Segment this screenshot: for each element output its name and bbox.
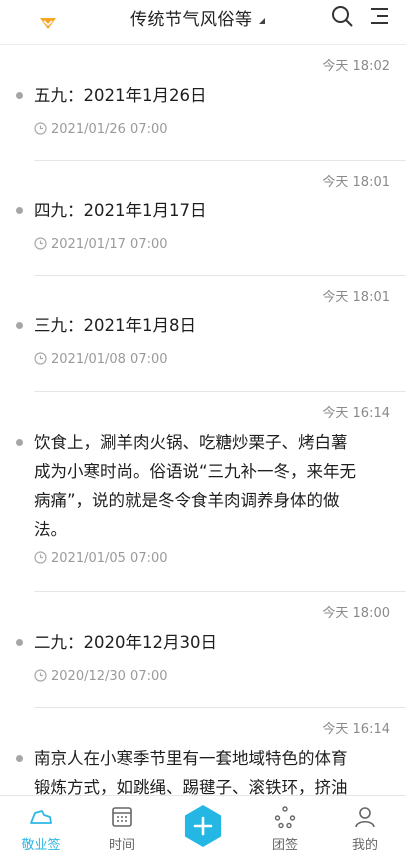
- list-item[interactable]: 今天 16:14 饮食上，涮羊肉火锅、吃糖炒栗子、烤白薯 成为小寒时尚。俗语说“…: [0, 392, 406, 592]
- created-time: 今天 16:14: [322, 406, 390, 421]
- created-time: 今天 18:01: [322, 175, 390, 190]
- bullet-icon: [16, 755, 23, 762]
- bullet-icon: [16, 92, 23, 99]
- menu-icon[interactable]: [368, 4, 392, 28]
- notes-list[interactable]: 今天 18:02 五九：2021年1月26日 2021/01/26 07:00 …: [0, 45, 406, 795]
- search-icon[interactable]: [330, 4, 354, 28]
- note-text: 南京人在小寒季节里有一套地域特色的体育 锻炼方式，如跳绳、踢毽子、滚铁环，挤油: [34, 744, 390, 795]
- reminder-row: 2021/01/26 07:00: [34, 122, 168, 137]
- tab-label: 敬业签: [21, 838, 61, 853]
- list-item[interactable]: 今天 18:01 三九：2021年1月8日 2021/01/08 07:00: [0, 276, 406, 392]
- note-text: 四九：2021年1月17日: [34, 201, 207, 220]
- calendar-icon: [112, 807, 132, 827]
- page-title[interactable]: 传统节气风俗等: [130, 5, 253, 30]
- clock-icon: [34, 352, 47, 365]
- list-item[interactable]: 今天 18:02 五九：2021年1月26日 2021/01/26 07:00: [0, 45, 406, 161]
- title-dropdown-icon[interactable]: [259, 18, 265, 24]
- tab-label: 时间: [108, 838, 135, 853]
- group-icon: [274, 806, 296, 829]
- created-time: 今天 18:00: [322, 606, 390, 621]
- note-line: 病痛”，说的就是冬令食羊肉调养身体的做: [34, 491, 340, 510]
- reminder-row: 2021/01/08 07:00: [34, 352, 168, 367]
- tab-label: 我的: [351, 838, 378, 853]
- reminder-row: 2021/01/17 07:00: [34, 237, 168, 252]
- tab-notes[interactable]: 敬业签: [6, 796, 76, 859]
- reminder-time: 2021/01/08 07:00: [51, 352, 168, 367]
- tab-team[interactable]: 团签: [250, 796, 320, 859]
- tab-time[interactable]: 时间: [87, 796, 157, 859]
- note-text: 饮食上，涮羊肉火锅、吃糖炒栗子、烤白薯 成为小寒时尚。俗语说“三九补一冬，来年无…: [34, 428, 390, 544]
- note-line: 锻炼方式，如跳绳、踢毽子、滚铁环，挤油: [34, 778, 348, 795]
- list-item[interactable]: 今天 18:01 四九：2021年1月17日 2021/01/17 07:00: [0, 161, 406, 276]
- list-item[interactable]: 今天 18:00 二九：2020年12月30日 2020/12/30 07:00: [0, 592, 406, 708]
- person-icon: [355, 807, 375, 828]
- reminder-time: 2021/01/17 07:00: [51, 237, 168, 252]
- list-item[interactable]: 今天 16:14 南京人在小寒季节里有一套地域特色的体育 锻炼方式，如跳绳、踢毽…: [0, 708, 406, 795]
- cloud-icon: [30, 810, 52, 824]
- note-text: 五九：2021年1月26日: [34, 86, 207, 105]
- app-logo-icon: [40, 18, 56, 29]
- reminder-row: 2021/01/05 07:00: [34, 551, 168, 566]
- created-time: 今天 16:14: [322, 722, 390, 737]
- note-line: 饮食上，涮羊肉火锅、吃糖炒栗子、烤白薯: [34, 433, 348, 452]
- reminder-time: 2021/01/05 07:00: [51, 551, 168, 566]
- note-text: 三九：2021年1月8日: [34, 316, 196, 335]
- clock-icon: [34, 551, 47, 564]
- note-line: 南京人在小寒季节里有一套地域特色的体育: [34, 749, 348, 768]
- created-time: 今天 18:01: [322, 290, 390, 305]
- bullet-icon: [16, 439, 23, 446]
- clock-icon: [34, 237, 47, 250]
- clock-icon: [34, 669, 47, 682]
- bullet-icon: [16, 322, 23, 329]
- reminder-row: 2020/12/30 07:00: [34, 669, 168, 684]
- tab-label: 团签: [271, 838, 298, 853]
- note-line: 法。: [34, 520, 67, 539]
- note-line: 成为小寒时尚。俗语说“三九补一冬，来年无: [34, 462, 357, 481]
- tab-profile[interactable]: 我的: [330, 796, 400, 859]
- top-bar: 传统节气风俗等: [0, 0, 406, 45]
- clock-icon: [34, 122, 47, 135]
- created-time: 今天 18:02: [322, 59, 390, 74]
- reminder-time: 2021/01/26 07:00: [51, 122, 168, 137]
- note-text: 二九：2020年12月30日: [34, 633, 217, 652]
- bullet-icon: [16, 639, 23, 646]
- bullet-icon: [16, 207, 23, 214]
- reminder-time: 2020/12/30 07:00: [51, 669, 168, 684]
